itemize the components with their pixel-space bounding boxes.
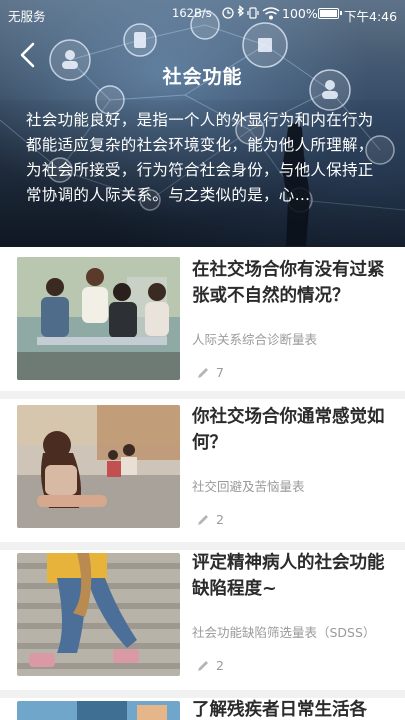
pencil-icon — [198, 661, 208, 671]
answer-count-value: 2 — [216, 658, 224, 673]
item-subtitle: 社交回避及苦恼量表 — [192, 479, 305, 494]
questionnaire-list: 在社交场合你有没有过紧张或不自然的情况？ 人际关系综合诊断量表 7 你社交场合你… — [0, 247, 405, 720]
item-subtitle: 人际关系综合诊断量表 — [192, 332, 318, 347]
pencil-icon — [198, 515, 208, 525]
wifi-icon — [262, 7, 280, 20]
item-subtitle: 社会功能缺陷筛选量表（SDSS） — [192, 625, 376, 640]
answer-count: 2 — [196, 512, 256, 528]
battery-percent: 100% — [282, 6, 318, 21]
vibrate-icon — [247, 7, 259, 19]
list-item[interactable]: 你社交场合你通常感觉如何？ 社交回避及苦恼量表 2 — [0, 399, 405, 539]
network-speed: 162B/s — [172, 6, 212, 20]
list-item[interactable]: 了解残疾者日常生活各 — [0, 698, 405, 720]
answer-count: 7 — [196, 365, 256, 381]
clock-time: 下午4:46 — [344, 9, 398, 24]
item-thumbnail — [17, 701, 180, 720]
item-title: 在社交场合你有没有过紧张或不自然的情况？ — [192, 260, 385, 306]
item-title: 你社交场合你通常感觉如何？ — [192, 407, 385, 453]
hero-description: 社会功能良好，是指一个人的外显行为和内在行为都能适应复杂的社会环境变化，能为他人… — [26, 111, 374, 204]
list-item[interactable]: 评定精神病人的社会功能缺陷程度~ 社会功能缺陷筛选量表（SDSS） 2 — [0, 550, 405, 690]
status-bar: 无服务 162B/s 100% 下午4:46 — [0, 0, 405, 28]
carrier-text: 无服务 — [8, 9, 46, 24]
page-title: 社会功能 — [162, 66, 243, 88]
answer-count-value: 7 — [216, 365, 224, 380]
status-icons — [222, 5, 280, 20]
answer-count-value: 2 — [216, 512, 224, 527]
item-thumbnail — [17, 257, 180, 380]
item-thumbnail — [17, 405, 180, 528]
list-item[interactable]: 在社交场合你有没有过紧张或不自然的情况？ 人际关系综合诊断量表 7 — [0, 247, 405, 387]
divider — [0, 690, 405, 698]
divider — [0, 391, 405, 399]
item-title: 了解残疾者日常生活各 — [192, 700, 367, 720]
divider — [0, 542, 405, 550]
answer-count: 2 — [196, 658, 256, 674]
battery-icon — [318, 8, 342, 19]
item-title: 评定精神病人的社会功能缺陷程度~ — [192, 553, 385, 599]
hero-banner: 无服务 162B/s 100% 下午4:46 社会功能 社会功能良好，是指一个人… — [0, 0, 405, 247]
pencil-icon — [198, 368, 208, 378]
clock-icon — [222, 7, 234, 19]
item-thumbnail — [17, 553, 180, 676]
bluetooth-icon — [237, 5, 245, 17]
